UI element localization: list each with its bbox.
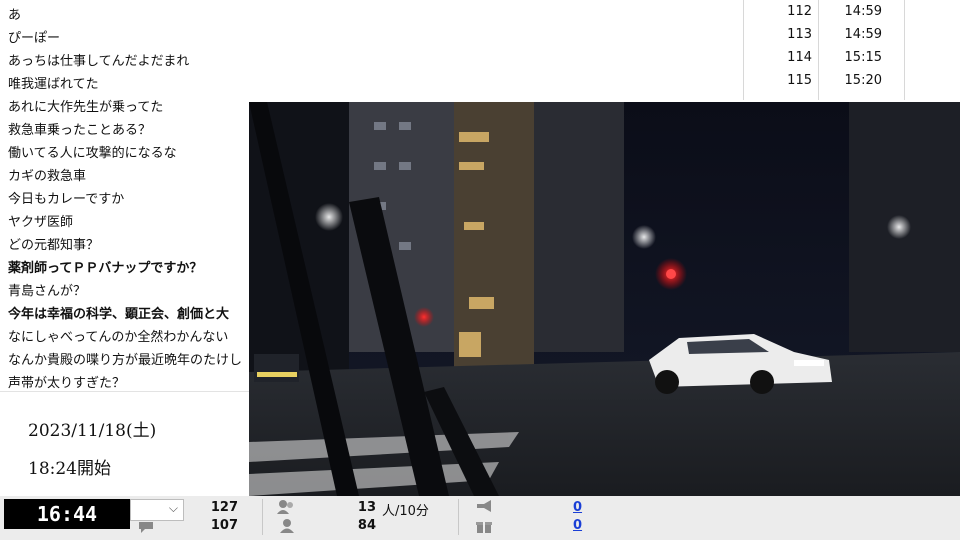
broadcast-info: 2023/11/18(土) 18:24開始: [0, 404, 249, 496]
broadcast-date: 2023/11/18(土): [28, 421, 157, 441]
comment-icon: [139, 522, 153, 533]
comment-row: ぴーぽー 113 14:59: [0, 23, 960, 47]
comment-text: どの元都知事？: [8, 238, 100, 253]
comment-time: 14:59: [844, 4, 882, 19]
viewer-count: 127: [210, 500, 238, 515]
megaphone-icon: [477, 500, 491, 512]
ad-points-link[interactable]: 0: [573, 500, 582, 515]
comment-row: あ 112 14:59: [0, 0, 960, 24]
comment-text: なにしゃべってんのか全然わかんない: [8, 330, 229, 345]
comment-text: あれに大作先生が乗ってた: [8, 100, 164, 115]
gift-points-link[interactable]: 0: [573, 518, 582, 533]
column-divider: [743, 0, 744, 100]
status-bar: 16:44 ⌵ 127 107 13 人/10分 84 0 0: [0, 496, 960, 540]
comment-number: 112: [787, 4, 812, 19]
comment-text: 今日もカレーですか: [8, 192, 125, 207]
video-player[interactable]: [249, 102, 960, 496]
comment-time: 15:20: [844, 73, 882, 88]
comment-text: 働いてる人に攻撃的になるな: [8, 146, 177, 161]
active-viewers-unit: 人/10分: [382, 504, 429, 519]
comment-text: 薬剤師ってＰＰバナップですか？: [8, 261, 203, 276]
divider: [458, 499, 459, 535]
comment-text: 今年は幸福の科学、顕正会、創価と大: [8, 307, 230, 322]
comment-time: 15:15: [844, 50, 882, 65]
divider: [262, 499, 263, 535]
comment-count: 107: [210, 518, 238, 533]
comment-text: ヤクザ医師: [8, 215, 74, 230]
comment-text: 唯我運ばれてた: [8, 77, 99, 92]
comment-text: あ: [8, 8, 22, 23]
column-divider: [818, 0, 819, 100]
column-divider: [904, 0, 905, 100]
comment-text: ぴーぽー: [8, 31, 61, 46]
comment-text: 声帯が太りすぎた？: [8, 376, 126, 391]
comment-row: あっちは仕事してんだよだまれ 114 15:15: [0, 46, 960, 70]
comment-text: あっちは仕事してんだよだまれ: [8, 54, 190, 69]
comment-row: 唯我運ばれてた 115 15:20: [0, 69, 960, 93]
gift-icon: [476, 522, 492, 533]
chevron-down-icon: ⌵: [168, 501, 178, 515]
comment-time: 14:59: [844, 27, 882, 42]
comment-text: カギの救急車: [8, 169, 87, 184]
person-icon: [280, 519, 294, 533]
comment-text: 青島さんが？: [8, 284, 87, 299]
video-frame: [249, 102, 960, 496]
person-group-icon: [277, 500, 293, 514]
comment-number: 114: [787, 50, 812, 65]
total-viewers: 84: [357, 518, 376, 533]
elapsed-clock: 16:44: [4, 499, 130, 529]
mode-select[interactable]: ⌵: [130, 499, 184, 521]
comment-text: 救急車乗ったことある？: [8, 123, 152, 138]
comment-number: 113: [787, 27, 812, 42]
active-viewers: 13: [357, 500, 376, 515]
comment-text: なんか貴殿の喋り方が最近晩年のたけし: [8, 353, 243, 368]
broadcast-start-time: 18:24開始: [28, 459, 111, 479]
comment-number: 115: [787, 73, 812, 88]
